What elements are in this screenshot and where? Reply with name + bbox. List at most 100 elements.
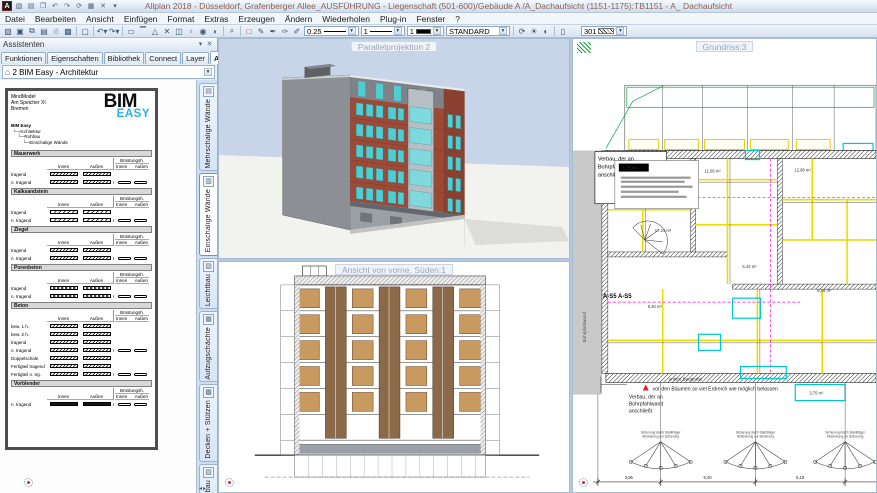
grid-icon[interactable]: ▦: [86, 1, 96, 11]
menu-item-format[interactable]: Format: [162, 13, 199, 24]
more-icon[interactable]: ▾: [110, 1, 120, 11]
users-icon[interactable]: ☃: [50, 26, 62, 37]
roof-tool-icon[interactable]: △: [149, 26, 161, 37]
open-icon[interactable]: ▧: [14, 1, 24, 11]
image-icon[interactable]: ▢: [79, 26, 91, 37]
viewport-title[interactable]: Grundriss:3: [696, 41, 754, 52]
material-row[interactable]: tragend: [11, 170, 152, 178]
navigation-wheel-icon[interactable]: [24, 478, 33, 487]
chevron-down-icon[interactable]: ▼: [204, 68, 212, 76]
panel-tab-layer[interactable]: Layer: [182, 52, 209, 64]
comment-icon[interactable]: ◗: [209, 26, 221, 37]
globe-icon[interactable]: ◉: [197, 26, 209, 37]
quill-icon[interactable]: ✑: [279, 26, 291, 37]
group-tab-einschalige-w-nde[interactable]: ▥Einschalige Wände: [199, 173, 217, 255]
material-row[interactable]: n. tragend: [11, 254, 152, 262]
material-row[interactable]: n. tragend: [11, 400, 152, 408]
allplan-logo-icon[interactable]: A: [2, 1, 12, 11]
chevron-down-icon[interactable]: ▼: [433, 27, 441, 35]
parallel-projection-drawing[interactable]: [219, 39, 569, 258]
group-tab-decken-st-tzen[interactable]: ▩Decken + Stützen: [199, 384, 217, 462]
line-color-dropdown[interactable]: 1 ▼: [407, 26, 444, 36]
refresh-icon[interactable]: ⟳: [74, 1, 84, 11]
group-tab-aufzugsch-chte[interactable]: ▦Aufzugschächte: [199, 311, 217, 383]
floor-plan-drawing[interactable]: Verbau, der an Bohrpfahlwand anschließt …: [573, 39, 876, 492]
redo-icon[interactable]: ↷: [62, 1, 72, 11]
pin-icon[interactable]: ▾: [196, 40, 205, 49]
update-icon[interactable]: ⟳: [516, 26, 528, 37]
menu-item-[interactable]: ?: [450, 13, 465, 24]
chevron-down-icon[interactable]: ▼: [348, 27, 356, 35]
print-icon[interactable]: ▫: [185, 26, 197, 37]
undo-drop-icon[interactable]: ↶▾: [96, 26, 108, 37]
undo-icon[interactable]: ↶: [50, 1, 60, 11]
menu-item-einfgen[interactable]: Einfügen: [119, 13, 163, 24]
assistant-sheet-area[interactable]: MindModel Am Speicher XI Bremen BIM EASY…: [0, 80, 196, 493]
viewport-floor-plan[interactable]: Grundriss:3: [572, 38, 877, 493]
chevron-down-icon[interactable]: ▼: [394, 27, 402, 35]
layer-dropdown[interactable]: STANDARD ▼: [446, 26, 510, 36]
panel-tab-connect[interactable]: Connect: [145, 52, 181, 64]
hatch-style-dropdown[interactable]: 301 ▼: [581, 26, 628, 36]
redo-drop-icon[interactable]: ↷▾: [108, 26, 120, 37]
pen-color-icon[interactable]: □: [243, 26, 255, 37]
panel-tab-bibliothek[interactable]: Bibliothek: [104, 52, 145, 64]
panel-tab-eigenschaften[interactable]: Eigenschaften: [47, 52, 103, 64]
chevron-down-icon[interactable]: ▼: [616, 27, 624, 35]
menu-item-ndern[interactable]: Ändern: [280, 13, 317, 24]
material-row[interactable]: Doppelschale: [11, 354, 152, 362]
lightbulb-icon[interactable]: ☀: [528, 26, 540, 37]
material-row[interactable]: n. tragend: [11, 178, 152, 186]
bridge-tool-icon[interactable]: ▔: [137, 26, 149, 37]
menu-item-extras[interactable]: Extras: [199, 13, 233, 24]
material-row[interactable]: n. tragend: [11, 292, 152, 300]
tools-icon[interactable]: ✕: [98, 1, 108, 11]
pencil-icon[interactable]: ✎: [255, 26, 267, 37]
assistant-selector[interactable]: ⌂ 2 BIM Easy - Architektur ▼: [2, 65, 215, 79]
material-row[interactable]: n. tragend: [11, 216, 152, 224]
zoom-icon[interactable]: ⌕: [226, 26, 238, 37]
material-row[interactable]: tragend: [11, 284, 152, 292]
group-tab-mehrschalige-w-nde[interactable]: ▤Mehrschalige Wände: [199, 83, 217, 171]
menu-item-wiederholen[interactable]: Wiederholen: [317, 13, 375, 24]
copy-icon[interactable]: ⧉: [26, 26, 38, 37]
pen2-icon[interactable]: ✐: [291, 26, 303, 37]
viewport-elevation[interactable]: Ansicht von vorne, Süden:1: [218, 261, 570, 493]
line-type-dropdown[interactable]: 1 ▼: [361, 26, 405, 36]
material-row[interactable]: bew. 2 h.: [11, 330, 152, 338]
menu-item-fenster[interactable]: Fenster: [411, 13, 450, 24]
viewport-title[interactable]: Ansicht von vorne, Süden:1: [335, 264, 453, 275]
new-window-icon[interactable]: ❐: [38, 1, 48, 11]
modify-tool-icon[interactable]: ✕: [161, 26, 173, 37]
chevron-down-icon[interactable]: ▼: [499, 27, 507, 35]
wall-tool-icon[interactable]: ▭: [125, 26, 137, 37]
material-row[interactable]: tragend: [11, 338, 152, 346]
box-tool-icon[interactable]: ◫: [173, 26, 185, 37]
bim-easy-sheet[interactable]: MindModel Am Speicher XI Bremen BIM EASY…: [5, 88, 158, 450]
contrast-icon[interactable]: ◐: [540, 26, 552, 37]
open-file-icon[interactable]: ▧: [2, 26, 14, 37]
navigation-wheel-icon[interactable]: [579, 478, 588, 487]
viewport-parallel-projection[interactable]: Parallelprojektion 2: [218, 38, 570, 259]
pen-width-dropdown[interactable]: 0.25 ▼: [304, 26, 359, 36]
menu-item-datei[interactable]: Datei: [0, 13, 30, 24]
group-tab-leichtbau[interactable]: ▧Leichtbau: [199, 258, 217, 309]
panel-tab-funktionen[interactable]: Funktionen: [1, 52, 46, 64]
project-icon[interactable]: ▣: [14, 26, 26, 37]
material-row[interactable]: tragend: [11, 246, 152, 254]
menu-item-plugin[interactable]: Plug-in: [375, 13, 411, 24]
brush-icon[interactable]: ✒: [267, 26, 279, 37]
material-row[interactable]: n. tragend: [11, 346, 152, 354]
material-row[interactable]: Fertigteil tragend: [11, 362, 152, 370]
slider-icon[interactable]: ▯: [557, 26, 569, 37]
material-row[interactable]: tragend: [11, 208, 152, 216]
navigation-wheel-icon[interactable]: [225, 478, 234, 487]
elevation-drawing[interactable]: [219, 262, 569, 492]
viewport-title[interactable]: Parallelprojektion 2: [351, 41, 437, 52]
material-row[interactable]: Fertigteil n. trg.: [11, 370, 152, 378]
menu-item-erzeugen[interactable]: Erzeugen: [233, 13, 279, 24]
save-icon[interactable]: ▤: [26, 1, 36, 11]
close-icon[interactable]: ✕: [205, 40, 214, 49]
tab-scroll-arrows[interactable]: ◂▸: [199, 485, 207, 492]
material-row[interactable]: bew. 1 h.: [11, 322, 152, 330]
